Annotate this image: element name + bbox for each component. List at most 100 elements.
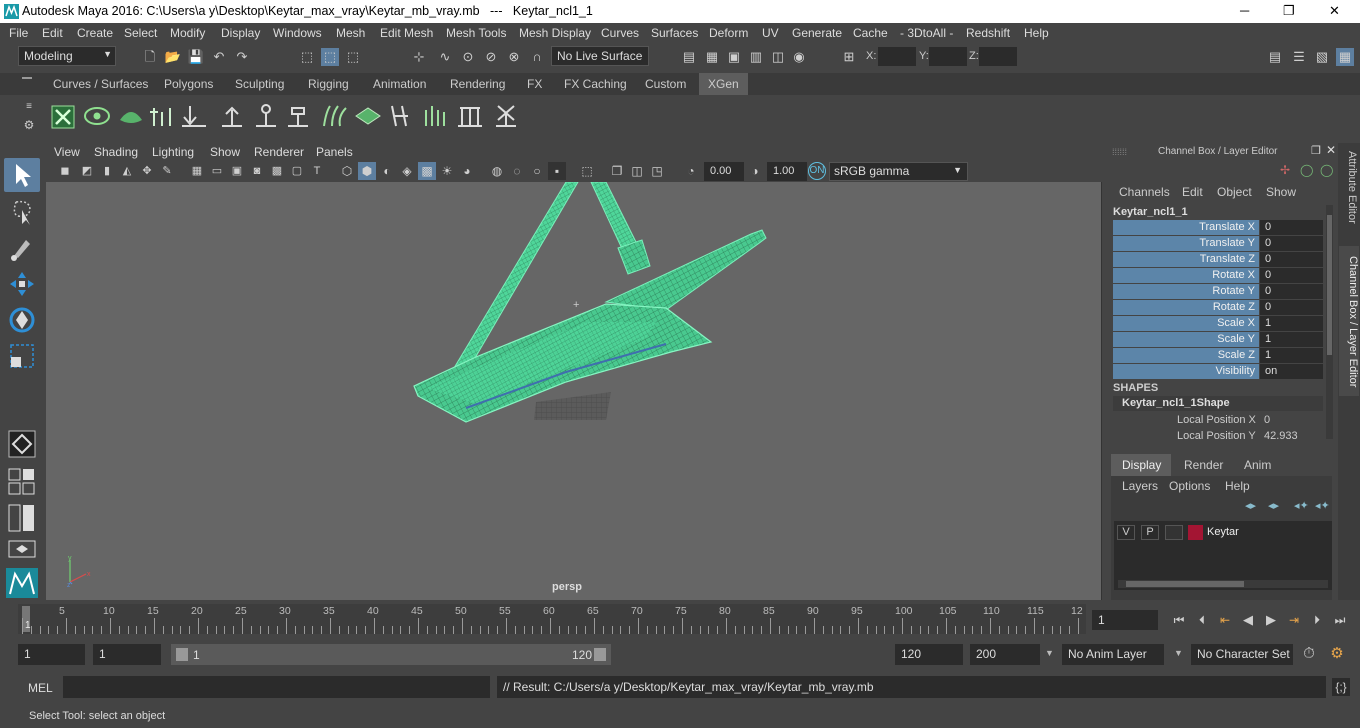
wireframe-on-shaded-icon[interactable]: ◐ (378, 162, 396, 180)
render-icon[interactable]: ▦ (703, 48, 721, 66)
undo-icon[interactable]: ↶ (210, 48, 228, 66)
menu-redshift[interactable]: Redshift (966, 26, 1010, 40)
shadows-icon[interactable]: ☀ (438, 162, 456, 180)
new-layer-icon[interactable]: ◂✦ (1294, 499, 1309, 512)
menu-surfaces[interactable]: Surfaces (651, 26, 698, 40)
cb-menu-channels[interactable]: Channels (1119, 185, 1170, 199)
tab-rendering[interactable]: Rendering (450, 73, 505, 95)
ambient-occlusion-icon[interactable]: ◕ (458, 162, 476, 180)
channel-key-icon[interactable]: ◯ (1300, 163, 1313, 177)
tab-display[interactable]: Display (1111, 454, 1171, 476)
xray-active-icon[interactable]: ▪ (548, 162, 566, 180)
gamma-icon[interactable]: ◑ (746, 162, 764, 180)
shelf-menu-icon[interactable] (22, 77, 32, 79)
tool-settings-icon[interactable]: ▧ (1313, 48, 1331, 66)
transform-input-icon[interactable]: ⊞ (840, 48, 858, 66)
close-button[interactable]: ✕ (1329, 3, 1340, 19)
ipr-icon[interactable]: ▥ (747, 48, 765, 66)
shape-attr-value[interactable]: 42.933 (1264, 430, 1298, 442)
play-backwards-icon[interactable]: ◀ (1239, 611, 1257, 629)
render-settings-icon[interactable]: ◫ (769, 48, 787, 66)
gate-mask-icon[interactable]: ◙ (248, 162, 266, 180)
xray-joints-icon[interactable]: ○ (528, 162, 546, 180)
go-to-start-icon[interactable]: ⏮ (1170, 611, 1188, 629)
animation-end-input[interactable]: 200 (970, 644, 1040, 665)
range-end-handle[interactable] (594, 648, 606, 661)
shelf-options-icon[interactable]: ≡ (20, 98, 38, 116)
magnet-icon[interactable]: ∩ (528, 48, 546, 66)
close-panel-icon[interactable]: ✕ (1326, 143, 1336, 157)
scroll-thumb[interactable] (1126, 581, 1244, 587)
channel-value[interactable]: 0 (1260, 284, 1323, 299)
channel-rotate-z[interactable]: Rotate Z0 (1113, 300, 1323, 315)
channel-value[interactable]: 0 (1260, 252, 1323, 267)
scale-tool-icon[interactable] (8, 342, 36, 370)
menu-edit[interactable]: Edit (42, 26, 63, 40)
channel-value[interactable]: 1 (1260, 332, 1323, 347)
tab-channel-box[interactable]: Channel Box / Layer Editor (1339, 246, 1359, 396)
time-slider[interactable]: 1 5 10 15 20 25 30 35 40 45 50 55 60 65 70 75 80 85 90 95 1… (0, 604, 1360, 636)
safe-title-icon[interactable]: T (308, 162, 326, 180)
bookmark-icon[interactable]: ▮ (98, 162, 116, 180)
cb-menu-edit[interactable]: Edit (1182, 185, 1203, 199)
range-start-handle[interactable] (176, 648, 188, 661)
tab-sculpting[interactable]: Sculpting (235, 73, 284, 95)
motion-blur-icon[interactable]: ❐ (608, 162, 626, 180)
minimize-button[interactable]: ─ (1240, 3, 1249, 18)
tab-render[interactable]: Render (1184, 458, 1223, 472)
move-tool-icon[interactable] (8, 270, 36, 298)
manipulator-icon[interactable]: ✢ (1280, 163, 1290, 177)
2d-pan-icon[interactable]: ✥ (138, 162, 156, 180)
viewport-persp[interactable]: + y x z persp (46, 182, 1102, 600)
shape-attr-value[interactable]: 0 (1264, 414, 1270, 426)
snap-grid-icon[interactable]: ⊹ (410, 48, 428, 66)
layer-visibility-toggle[interactable]: V (1117, 525, 1135, 540)
channel-value[interactable]: 0 (1260, 268, 1323, 283)
layer-playback-toggle[interactable]: P (1141, 525, 1159, 540)
auto-key-icon[interactable]: ⏱ (1300, 645, 1318, 663)
menu-cache[interactable]: Cache (853, 26, 888, 40)
maximize-button[interactable]: ❐ (1283, 3, 1295, 19)
snap-view-icon[interactable]: ⊘ (482, 48, 500, 66)
image-plane-icon[interactable]: ◭ (118, 162, 136, 180)
drag-handle-icon[interactable]: ⁞⁞⁞⁞⁞⁞ (1112, 147, 1127, 157)
layer-h-scrollbar[interactable] (1118, 580, 1328, 588)
panel-menu-show[interactable]: Show (210, 145, 240, 159)
menu-display[interactable]: Display (221, 26, 260, 40)
wireframe-icon[interactable]: ⬡ (338, 162, 356, 180)
menu-mesh-display[interactable]: Mesh Display (519, 26, 591, 40)
channel-value[interactable]: 0 (1260, 220, 1323, 235)
layer-display-type[interactable] (1165, 525, 1183, 540)
last-tool-icon[interactable] (8, 430, 36, 458)
channel-scale-x[interactable]: Scale X1 (1113, 316, 1323, 331)
channel-visibility[interactable]: Visibility on (1113, 364, 1323, 379)
select-tool-button[interactable] (4, 158, 40, 192)
tab-fx-caching[interactable]: FX Caching (564, 73, 627, 95)
playback-end-input[interactable]: 120 (895, 644, 963, 665)
go-to-end-icon[interactable]: ⏭ (1331, 611, 1349, 629)
rotate-tool-icon[interactable] (8, 306, 36, 334)
new-layer-selected-icon[interactable]: ◂✦ (1315, 499, 1330, 512)
cb-menu-show[interactable]: Show (1266, 185, 1296, 199)
layout-two-view-icon[interactable] (8, 504, 36, 532)
camera-attr-icon[interactable]: ◩ (78, 162, 96, 180)
cb-menu-object[interactable]: Object (1217, 185, 1252, 199)
menu-create[interactable]: Create (77, 26, 113, 40)
channel-value[interactable]: 0 (1260, 300, 1323, 315)
channel-translate-z[interactable]: Translate Z0 (1113, 252, 1323, 267)
safe-action-icon[interactable]: ▢ (288, 162, 306, 180)
channel-rotate-y[interactable]: Rotate Y0 (1113, 284, 1323, 299)
tab-attribute-editor[interactable]: Attribute Editor (1340, 151, 1358, 241)
anim-layer-dropdown[interactable]: No Anim Layer (1062, 644, 1164, 665)
use-all-lights-icon[interactable]: ▩ (418, 162, 436, 180)
step-back-frame-icon[interactable]: ⏴ (1193, 611, 1211, 629)
menu-3dtoall[interactable]: - 3DtoAll - (900, 26, 953, 40)
tab-custom[interactable]: Custom (645, 73, 686, 95)
channel-value[interactable]: 0 (1260, 236, 1323, 251)
layer-menu-help[interactable]: Help (1225, 479, 1250, 493)
shelf-gear-icon[interactable]: ⚙ (20, 116, 38, 134)
z-input[interactable] (979, 47, 1017, 66)
new-scene-icon[interactable]: 🗋 (141, 48, 159, 66)
layer-color-swatch[interactable] (1188, 525, 1203, 540)
modeling-toolkit-icon[interactable]: ▤ (1266, 48, 1284, 66)
